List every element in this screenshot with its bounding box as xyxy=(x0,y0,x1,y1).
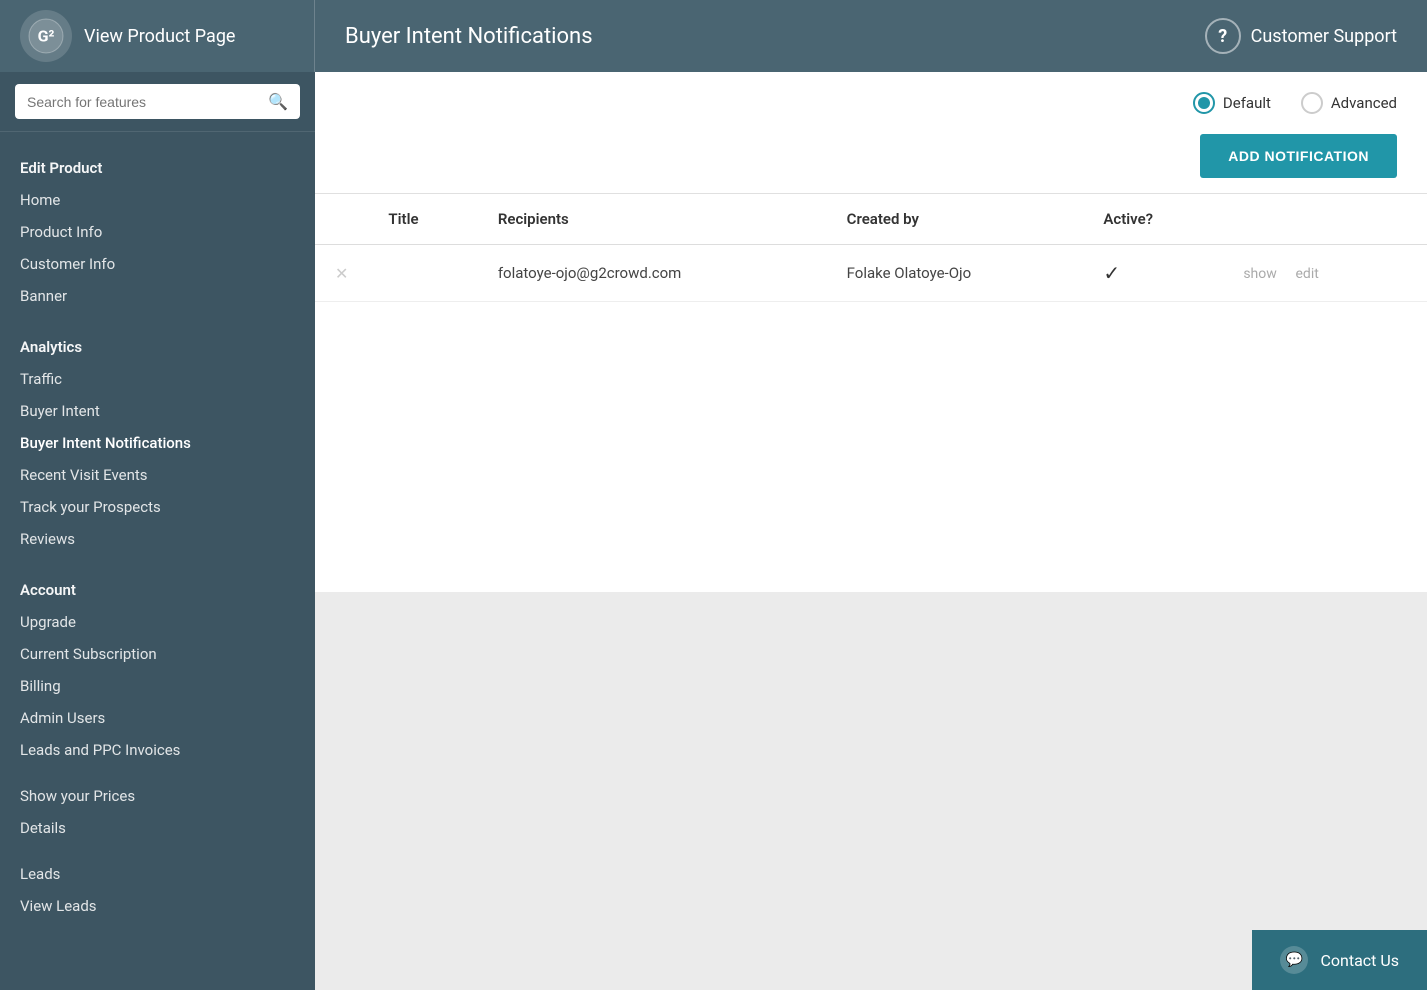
radio-advanced[interactable]: Advanced xyxy=(1301,92,1397,114)
page-title: Buyer Intent Notifications xyxy=(315,24,1175,49)
table-row: ✕ folatoye-ojo@g2crowd.com Folake Olatoy… xyxy=(315,245,1427,302)
sidebar-section-account[interactable]: Account xyxy=(0,569,315,606)
content-top: Default Advanced ADD NOTIFICATION xyxy=(315,72,1427,194)
sidebar-item-recent-visit-events[interactable]: Recent Visit Events xyxy=(0,459,315,491)
sidebar-item-upgrade[interactable]: Upgrade xyxy=(0,606,315,638)
sidebar-item-banner[interactable]: Banner xyxy=(0,280,315,312)
contact-us-label: Contact Us xyxy=(1320,951,1399,970)
help-icon: ? xyxy=(1205,18,1241,54)
g2-logo: G² xyxy=(20,10,72,62)
show-action-link[interactable]: show xyxy=(1243,266,1276,282)
sidebar-item-customer-info[interactable]: Customer Info xyxy=(0,248,315,280)
radio-default-indicator xyxy=(1193,92,1215,114)
search-box: 🔍 xyxy=(15,84,300,119)
row-actions-cell: show edit xyxy=(1223,245,1427,302)
view-product-label: View Product Page xyxy=(84,26,235,47)
sidebar-item-show-prices[interactable]: Show your Prices xyxy=(0,780,315,812)
col-created-by: Created by xyxy=(827,194,1084,245)
row-created-by-cell: Folake Olatoye-Ojo xyxy=(827,245,1084,302)
sidebar-item-leads[interactable]: Leads xyxy=(0,858,315,890)
row-delete-cell: ✕ xyxy=(315,245,368,302)
contact-us-button[interactable]: 💬 Contact Us xyxy=(1252,930,1427,990)
search-input[interactable] xyxy=(27,94,268,110)
radio-default[interactable]: Default xyxy=(1193,92,1271,114)
sidebar: 🔍 Edit Product Home Product Info Custome… xyxy=(0,72,315,990)
radio-default-label: Default xyxy=(1223,94,1271,112)
col-title: Title xyxy=(368,194,477,245)
sidebar-item-billing[interactable]: Billing xyxy=(0,670,315,702)
sidebar-item-product-info[interactable]: Product Info xyxy=(0,216,315,248)
sidebar-section-analytics[interactable]: Analytics xyxy=(0,326,315,363)
sidebar-item-details[interactable]: Details xyxy=(0,812,315,844)
col-actions xyxy=(1223,194,1427,245)
sidebar-item-reviews[interactable]: Reviews xyxy=(0,523,315,555)
radio-options: Default Advanced xyxy=(345,92,1397,114)
sidebar-item-buyer-intent[interactable]: Buyer Intent xyxy=(0,395,315,427)
search-container: 🔍 xyxy=(0,72,315,132)
sidebar-item-current-subscription[interactable]: Current Subscription xyxy=(0,638,315,670)
add-notification-row: ADD NOTIFICATION xyxy=(345,134,1397,178)
svg-text:G²: G² xyxy=(38,27,55,46)
sidebar-item-traffic[interactable]: Traffic xyxy=(0,363,315,395)
col-active: Active? xyxy=(1083,194,1223,245)
row-title-cell xyxy=(368,245,477,302)
row-recipients-cell: folatoye-ojo@g2crowd.com xyxy=(478,245,827,302)
radio-advanced-label: Advanced xyxy=(1331,94,1397,112)
radio-advanced-indicator xyxy=(1301,92,1323,114)
active-checkmark: ✓ xyxy=(1103,261,1120,285)
sidebar-item-home[interactable]: Home xyxy=(0,184,315,216)
edit-action-link[interactable]: edit xyxy=(1296,266,1319,282)
content-area: Default Advanced ADD NOTIFICATION Title xyxy=(315,72,1427,990)
top-header: G² View Product Page Buyer Intent Notifi… xyxy=(0,0,1427,72)
view-product-page-link[interactable]: G² View Product Page xyxy=(0,0,315,72)
row-active-cell: ✓ xyxy=(1083,245,1223,302)
sidebar-navigation: Edit Product Home Product Info Customer … xyxy=(0,132,315,990)
add-notification-button[interactable]: ADD NOTIFICATION xyxy=(1200,134,1397,178)
sidebar-item-leads-ppc-invoices[interactable]: Leads and PPC Invoices xyxy=(0,734,315,766)
table-header-row: Title Recipients Created by Active? xyxy=(315,194,1427,245)
sidebar-item-view-leads[interactable]: View Leads xyxy=(0,890,315,922)
sidebar-item-track-prospects[interactable]: Track your Prospects xyxy=(0,491,315,523)
notifications-table: Title Recipients Created by Active? ✕ fo… xyxy=(315,194,1427,302)
customer-support-link[interactable]: ? Customer Support xyxy=(1175,18,1427,54)
col-recipients: Recipients xyxy=(478,194,827,245)
radio-default-inner xyxy=(1198,97,1210,109)
search-icon: 🔍 xyxy=(268,92,288,111)
sidebar-item-admin-users[interactable]: Admin Users xyxy=(0,702,315,734)
col-delete xyxy=(315,194,368,245)
customer-support-label: Customer Support xyxy=(1251,26,1397,47)
main-layout: 🔍 Edit Product Home Product Info Custome… xyxy=(0,72,1427,990)
delete-icon[interactable]: ✕ xyxy=(335,264,348,283)
chat-icon: 💬 xyxy=(1280,946,1308,974)
sidebar-item-buyer-intent-notifications[interactable]: Buyer Intent Notifications xyxy=(0,427,315,459)
sidebar-section-edit-product[interactable]: Edit Product xyxy=(0,147,315,184)
notifications-table-section: Title Recipients Created by Active? ✕ fo… xyxy=(315,194,1427,592)
